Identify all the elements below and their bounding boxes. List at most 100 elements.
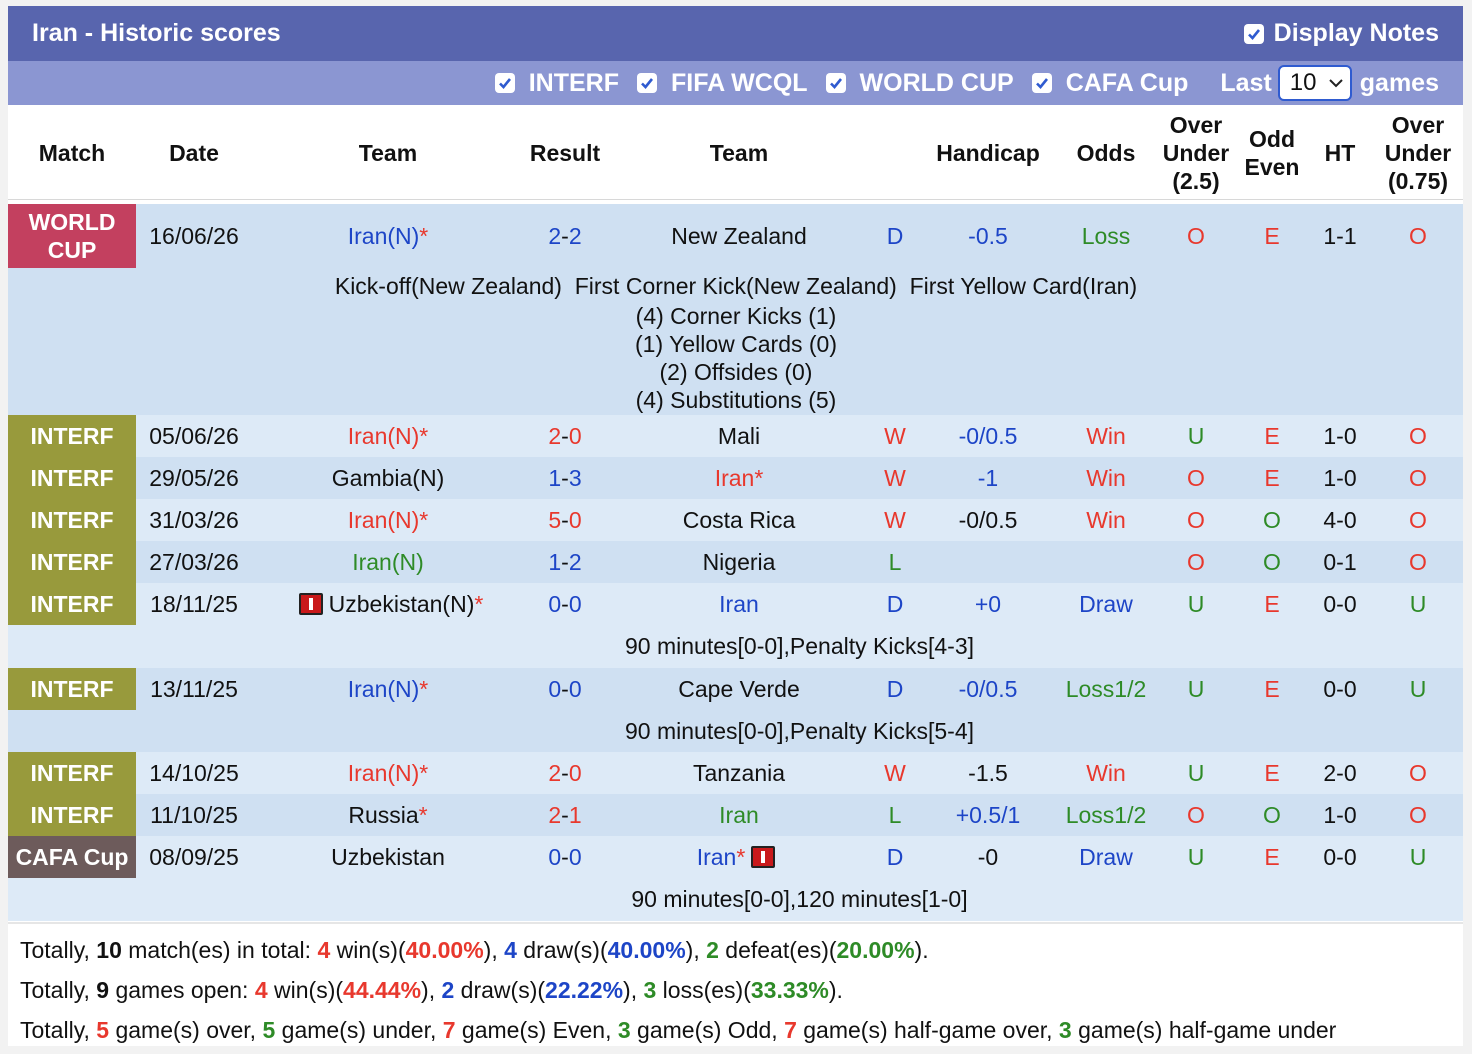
home-team-name[interactable]: Iran(N)	[352, 549, 424, 576]
table-row[interactable]: INTERF 27/03/26 Iran(N) 1-2 Nigeria L O O 0-1 O	[8, 541, 1463, 583]
summary-segment: draw(s)(	[516, 937, 608, 963]
summary-segment: ).	[914, 937, 929, 963]
away-team-cell: Iran	[606, 583, 872, 625]
table-row[interactable]: INTERF 18/11/25 Uzbekistan(N) * 0-0 Iran D +0 Dr…	[8, 583, 1463, 625]
league-badge[interactable]: INTERF	[8, 794, 136, 836]
home-team-name[interactable]: Iran(N)	[348, 676, 420, 703]
away-team-cell: Costa Rica	[606, 499, 872, 541]
away-team-name[interactable]: New Zealand	[671, 223, 807, 250]
away-team-name[interactable]: Iran	[719, 591, 759, 618]
over-under-075: U	[1409, 675, 1427, 702]
summary-segment: win(s)(	[330, 937, 406, 963]
half-time-score: 0-0	[1323, 675, 1357, 702]
display-notes-checkbox[interactable]	[1243, 23, 1264, 44]
league-badge[interactable]: CAFA Cup	[8, 836, 136, 878]
half-time-score: 1-0	[1323, 422, 1357, 449]
col-result: Result	[529, 139, 601, 166]
table-row[interactable]: INTERF 13/11/25 Iran(N) * 0-0 Cape Verde D -0/0…	[8, 668, 1463, 710]
over-under-25: O	[1187, 222, 1205, 249]
handicap-value: -0/0.5	[958, 506, 1018, 533]
half-time-score: 1-0	[1323, 801, 1357, 828]
filter-cafa-cup-checkbox[interactable]	[1031, 73, 1052, 93]
home-team-name[interactable]: Iran(N)	[348, 223, 420, 250]
summary-segment: 4	[504, 937, 517, 963]
league-badge[interactable]: INTERF	[8, 541, 136, 583]
league-badge[interactable]: INTERF	[8, 668, 136, 710]
table-row[interactable]: CAFA Cup 08/09/25 Uzbekistan 0-0 Iran * D -0 Dra…	[8, 836, 1463, 878]
table-row[interactable]: INTERF 11/10/25 Russia * 2-1 Iran L +0.5/1 Loss1…	[8, 794, 1463, 836]
note-spacer	[8, 710, 136, 753]
summary-segment: 44.44%	[343, 977, 422, 1003]
filter-world-cup-label: WORLD CUP	[859, 68, 1014, 97]
handicap-cell: -0/0.5	[926, 415, 1050, 457]
filter-fifa-wcql-label: FIFA WCQL	[670, 68, 808, 97]
away-team-name[interactable]: Cape Verde	[678, 676, 799, 703]
summary-open-games: Totally, 9 games open: 4 win(s)(44.44%),…	[8, 970, 1463, 1010]
score-home: 0	[548, 590, 562, 617]
summary-segment: game(s) Odd,	[630, 1017, 785, 1043]
col-oe-line2: Even	[1244, 153, 1300, 180]
home-team-name[interactable]: Iran(N)	[348, 507, 420, 534]
summary-segment: game(s) half-game over,	[796, 1017, 1059, 1043]
filter-fifa-wcql-checkbox[interactable]	[636, 73, 657, 93]
result-cell: 1-2	[524, 541, 606, 583]
score-away: 0	[568, 590, 582, 617]
home-team-name[interactable]: Uzbekistan	[331, 844, 445, 871]
col-team-home: Team	[358, 139, 418, 166]
away-team-name[interactable]: Iran	[715, 465, 755, 492]
league-badge[interactable]: INTERF	[8, 752, 136, 794]
match-date: 29/05/26	[149, 464, 239, 491]
away-team-name[interactable]: Iran	[697, 844, 737, 871]
home-team-name[interactable]: Gambia(N)	[332, 465, 444, 492]
home-team-name[interactable]: Russia	[348, 802, 418, 829]
away-team-name[interactable]: Iran	[719, 802, 759, 829]
away-team-cell: Iran	[606, 794, 872, 836]
summary-segment: 10	[96, 937, 122, 963]
ht-cell: 1-1	[1310, 204, 1370, 268]
away-team-name[interactable]: Tanzania	[693, 760, 785, 787]
col-ou2-line3: (0.75)	[1387, 167, 1449, 194]
handicap-cell: +0	[926, 583, 1050, 625]
home-team-name[interactable]: Iran(N)	[348, 760, 420, 787]
ou-cell: U	[1158, 415, 1234, 457]
filter-fifa-wcql[interactable]: FIFA WCQL	[636, 68, 808, 98]
handicap-value: -0/0.5	[958, 422, 1018, 449]
ht-cell: 2-0	[1310, 752, 1370, 794]
away-team-name[interactable]: Mali	[718, 423, 760, 450]
table-row[interactable]: WORLD CUP 16/06/26 Iran(N) * 2-2 New Zealand D…	[8, 204, 1463, 268]
filter-world-cup[interactable]: WORLD CUP	[825, 68, 1014, 98]
odd-even: E	[1264, 675, 1280, 702]
summary-segment: game(s) under,	[275, 1017, 443, 1043]
league-badge[interactable]: INTERF	[8, 583, 136, 625]
filter-cafa-cup[interactable]: CAFA Cup	[1031, 69, 1188, 98]
away-team-cell: New Zealand	[606, 204, 872, 268]
result-cell: 1-3	[524, 457, 606, 499]
table-row[interactable]: INTERF 05/06/26 Iran(N) * 2-0 Mali W -0/0.5 Win U…	[8, 415, 1463, 457]
display-notes-toggle[interactable]: Display Notes	[1243, 19, 1439, 48]
filter-interf[interactable]: INTERF	[494, 69, 619, 98]
league-badge[interactable]: INTERF	[8, 415, 136, 457]
home-team-name[interactable]: Iran(N)	[348, 423, 420, 450]
table-row[interactable]: INTERF 29/05/26 Gambia(N) 1-3 Iran * W -1 Win O E 1…	[8, 457, 1463, 499]
odds-cell: Loss1/2	[1060, 668, 1152, 710]
filter-world-cup-checkbox[interactable]	[825, 73, 846, 93]
handicap-cell: -0/0.5	[926, 668, 1050, 710]
away-team-name[interactable]: Costa Rica	[683, 507, 795, 534]
summary-segment: 33.33%	[750, 977, 829, 1003]
away-team-name[interactable]: Nigeria	[703, 549, 776, 576]
win-loss: L	[888, 801, 902, 828]
handicap-value: -0	[977, 843, 999, 870]
league-badge[interactable]: INTERF	[8, 499, 136, 541]
win-loss: D	[886, 675, 904, 702]
home-team-name[interactable]: Uzbekistan(N)	[329, 591, 475, 618]
league-badge[interactable]: WORLD CUP	[8, 204, 136, 268]
ou-cell: O	[1158, 541, 1234, 583]
red-card-icon	[298, 593, 323, 615]
last-games-select[interactable]: 10	[1277, 65, 1352, 101]
league-badge[interactable]: INTERF	[8, 457, 136, 499]
filter-interf-checkbox[interactable]	[494, 73, 515, 93]
table-row[interactable]: INTERF 14/10/25 Iran(N) * 2-0 Tanzania W -1.5 Wi…	[8, 752, 1463, 794]
checkmark-icon	[498, 78, 511, 89]
table-row[interactable]: INTERF 31/03/26 Iran(N) * 5-0 Costa Rica W -0/0…	[8, 499, 1463, 541]
summary-segment: game(s) half-game under	[1071, 1017, 1337, 1043]
